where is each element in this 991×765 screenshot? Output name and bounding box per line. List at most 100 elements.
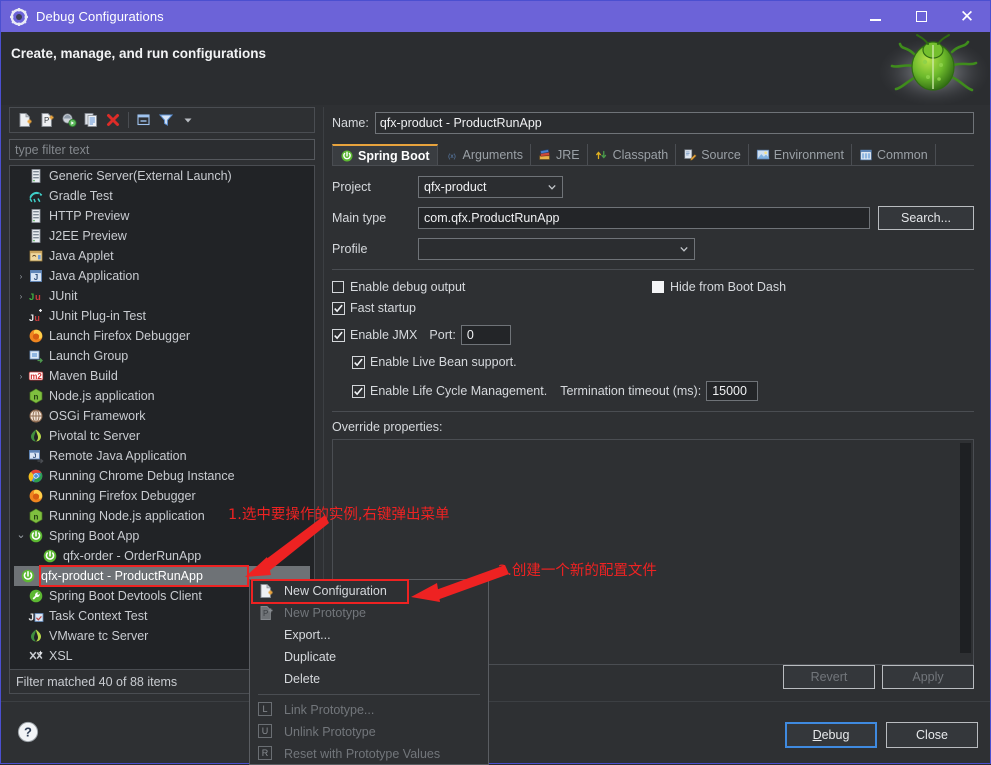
devtools-icon <box>28 588 44 604</box>
svg-text:m2: m2 <box>30 372 42 381</box>
menu-item-label: Delete <box>284 672 321 686</box>
revert-button[interactable]: Revert <box>783 665 875 689</box>
profile-select[interactable] <box>418 238 695 260</box>
window-title: Debug Configurations <box>36 9 164 24</box>
debug-configurations-window: Debug Configurations ✕ Create, manage, a… <box>0 0 991 765</box>
minimize-button[interactable] <box>852 1 898 32</box>
search-button[interactable]: Search... <box>878 206 974 230</box>
tree-item-java-application[interactable]: › J Java Application <box>10 266 314 286</box>
port-input[interactable]: 0 <box>460 325 511 345</box>
override-scrollbar-thumb[interactable] <box>960 443 971 653</box>
menu-item-link-prototype: L Link Prototype... <box>250 699 488 721</box>
enable-life-cycle-row[interactable]: Enable Life Cycle Management. Terminatio… <box>352 381 974 401</box>
new-configuration-icon[interactable] <box>14 110 36 130</box>
duplicate-icon[interactable] <box>80 110 102 130</box>
tab-source[interactable]: Source <box>676 144 749 165</box>
tree-item-running-chrome-debug-instance[interactable]: Running Chrome Debug Instance <box>10 466 314 486</box>
apply-button[interactable]: Apply <box>882 665 974 689</box>
enable-life-cycle-checkbox[interactable] <box>352 385 365 398</box>
tree-item-junit-plug-in-test[interactable]: Ju JUnit Plug-in Test <box>10 306 314 326</box>
tree-item-maven-build[interactable]: › m2 Maven Build <box>10 366 314 386</box>
maximize-button[interactable] <box>898 1 944 32</box>
chevron-right-icon[interactable]: › <box>14 366 28 386</box>
context-menu[interactable]: New Configuration P New Prototype Export...… <box>249 579 489 765</box>
svg-text:J: J <box>29 313 34 323</box>
tree-item-spring-boot-app[interactable]: ⌄ Spring Boot App <box>10 526 314 546</box>
server-icon <box>28 228 44 244</box>
tree-item-generic-server-external-launch[interactable]: Generic Server(External Launch) <box>10 166 314 186</box>
chevron-down-icon[interactable]: ⌄ <box>14 524 28 544</box>
enable-live-bean-checkbox[interactable] <box>352 356 365 369</box>
chevron-down-icon[interactable] <box>177 110 199 130</box>
java-icon: J <box>28 268 44 284</box>
tree-item-qfx-order-orderrunapp[interactable]: qfx-order - OrderRunApp <box>10 546 314 566</box>
tree-item-node-js-application[interactable]: n Node.js application <box>10 386 314 406</box>
chevron-right-icon[interactable]: › <box>14 286 28 306</box>
name-input[interactable]: qfx-product - ProductRunApp <box>374 112 974 134</box>
svg-text:u: u <box>34 313 40 323</box>
fast-startup-checkbox[interactable] <box>332 302 345 315</box>
tree-item-launch-firefox-debugger[interactable]: Launch Firefox Debugger <box>10 326 314 346</box>
enable-jmx-row[interactable]: Enable JMX Port: 0 <box>332 325 974 345</box>
filter-input[interactable]: type filter text <box>9 139 315 160</box>
tab-environment[interactable]: Environment <box>749 144 852 165</box>
menu-item-export[interactable]: Export... <box>250 624 488 646</box>
tab-jre[interactable]: JRE <box>531 144 588 165</box>
tab-common[interactable]: Common <box>852 144 936 165</box>
debug-button[interactable]: Debug <box>785 722 877 748</box>
export-icon <box>258 627 274 643</box>
main-type-input[interactable]: com.qfx.ProductRunApp <box>418 207 870 229</box>
new-prototype-icon[interactable]: P <box>36 110 58 130</box>
tree-item-osgi-framework[interactable]: OSGi Framework <box>10 406 314 426</box>
menu-separator <box>258 694 480 695</box>
tab-arguments[interactable]: (x) Arguments <box>438 144 531 165</box>
export-icon[interactable] <box>58 110 80 130</box>
fast-startup-row[interactable]: Fast startup <box>332 301 974 315</box>
hide-from-boot-dash-row[interactable]: Hide from Boot Dash <box>652 280 786 294</box>
tree-item-http-preview[interactable]: HTTP Preview <box>10 206 314 226</box>
title-bar: Debug Configurations ✕ <box>1 1 990 32</box>
close-button-footer[interactable]: Close <box>886 722 978 748</box>
tree-item-gradle-test[interactable]: Gradle Test <box>10 186 314 206</box>
details-tabs: Spring Boot (x) Arguments JRE Classpath Sourc… <box>332 143 974 166</box>
tree-item-label: JUnit <box>49 289 78 303</box>
tree-item-junit[interactable]: › Ju JUnit <box>10 286 314 306</box>
enable-debug-output-checkbox[interactable] <box>332 281 344 293</box>
tree-item-java-applet[interactable]: Java Applet <box>10 246 314 266</box>
delete-icon[interactable] <box>102 110 124 130</box>
source-icon <box>683 148 697 162</box>
hide-from-boot-dash-checkbox[interactable] <box>652 281 664 293</box>
enable-live-bean-label: Enable Live Bean support. <box>370 355 517 369</box>
project-select[interactable]: qfx-product <box>418 176 563 198</box>
spring-boot-form: Project qfx-product Main type com.qfx.Pr… <box>332 176 974 260</box>
menu-item-delete[interactable]: Delete <box>250 668 488 690</box>
tree-item-j2ee-preview[interactable]: J2EE Preview <box>10 226 314 246</box>
selected-item-highlight-box <box>39 565 249 587</box>
fast-startup-label: Fast startup <box>350 301 416 315</box>
tree-item-pivotal-tc-server[interactable]: Pivotal tc Server <box>10 426 314 446</box>
enable-live-bean-row[interactable]: Enable Live Bean support. <box>352 355 974 369</box>
tree-item-label: JUnit Plug-in Test <box>49 309 147 323</box>
chevron-right-icon[interactable]: › <box>14 266 28 286</box>
filter-icon[interactable] <box>155 110 177 130</box>
tab-classpath[interactable]: Classpath <box>588 144 677 165</box>
tab-label: Source <box>701 147 741 162</box>
chevron-down-icon <box>542 177 562 197</box>
enable-debug-output-label: Enable debug output <box>350 280 466 294</box>
tab-spring-boot[interactable]: Spring Boot <box>332 144 438 165</box>
tree-item-remote-java-application[interactable]: J Remote Java Application <box>10 446 314 466</box>
common-icon <box>859 148 873 162</box>
tree-item-launch-group[interactable]: Launch Group <box>10 346 314 366</box>
menu-item-duplicate[interactable]: Duplicate <box>250 646 488 668</box>
tree-item-label: Launch Group <box>49 349 129 363</box>
close-button[interactable]: ✕ <box>944 1 990 32</box>
enable-jmx-checkbox[interactable] <box>332 329 345 342</box>
collapse-all-icon[interactable] <box>133 110 155 130</box>
svg-text:J: J <box>29 613 35 624</box>
termination-timeout-input[interactable]: 15000 <box>706 381 759 401</box>
